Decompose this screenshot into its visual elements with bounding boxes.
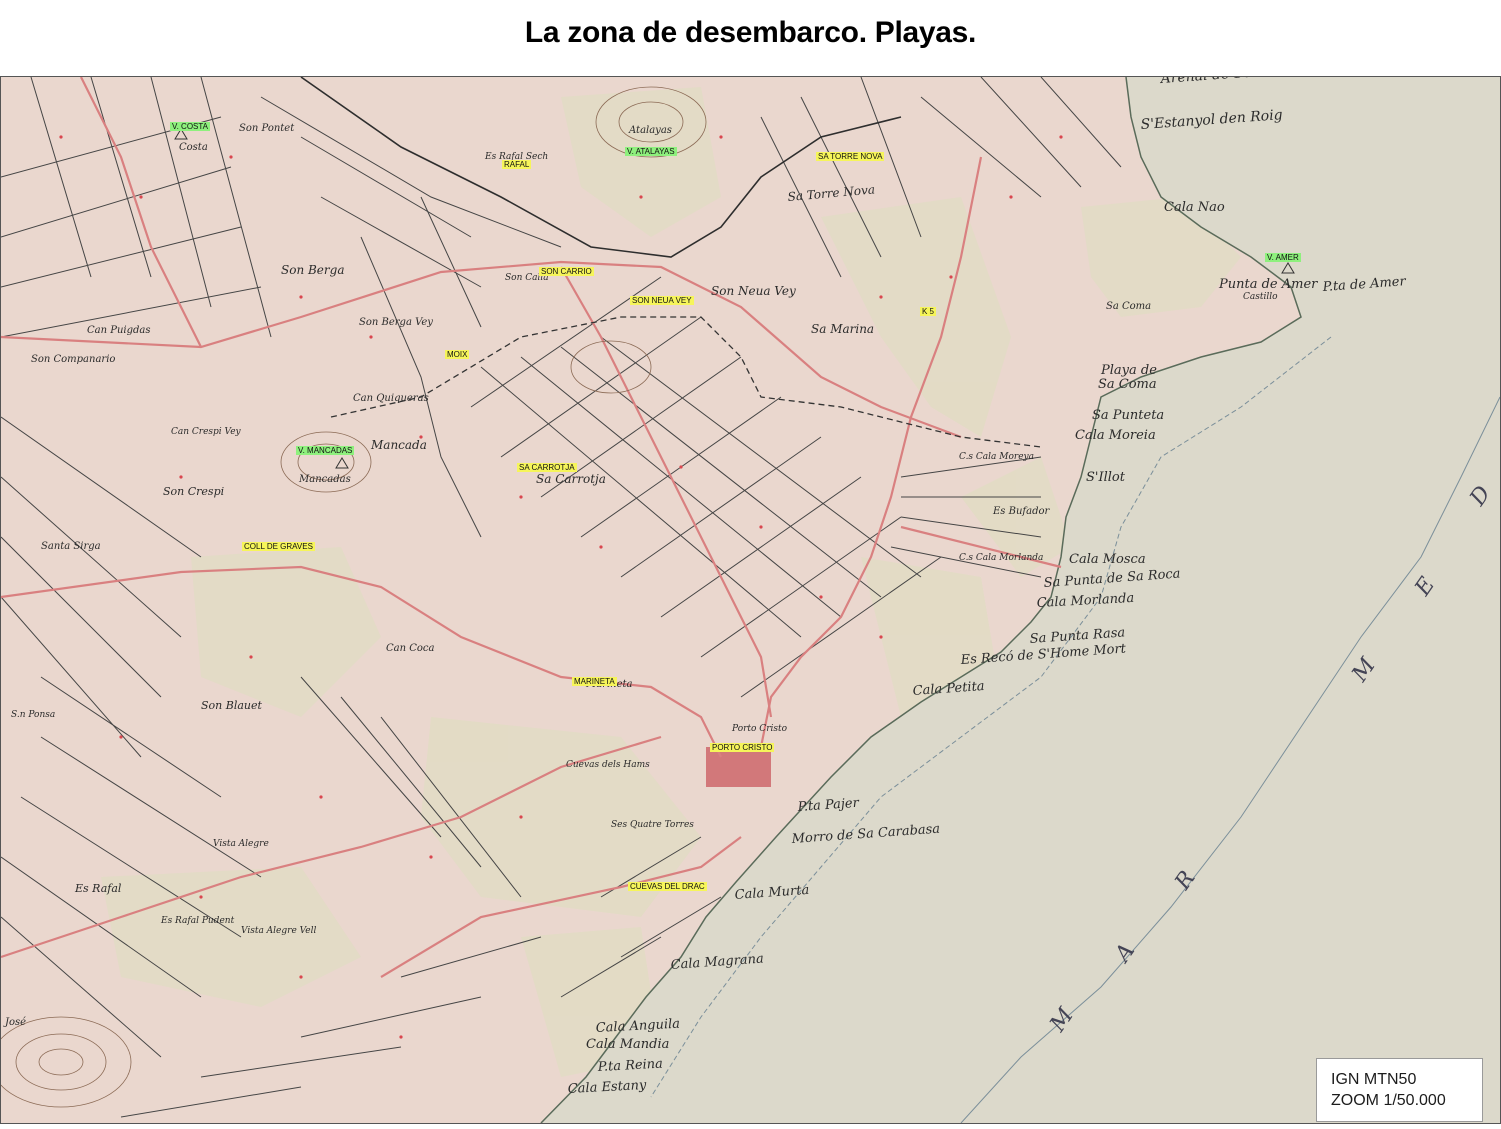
label-can-puigdas: Can Puigdas: [87, 325, 151, 336]
source-line-1: IGN MTN50: [1331, 1071, 1417, 1088]
label-son-berga: Son Berga: [281, 263, 344, 277]
map-source-box: IGN MTN50 ZOOM 1/50.000: [1316, 1058, 1483, 1122]
label-son-blauet: Son Blauet: [201, 699, 262, 712]
label-sa-punteta: Sa Punteta: [1092, 408, 1164, 423]
source-line-2: ZOOM 1/50.000: [1331, 1092, 1446, 1109]
label-sa-marina: Sa Marina: [811, 322, 874, 336]
label-son-ponsa: S.n Ponsa: [11, 710, 55, 720]
topographic-map[interactable]: Arenal de Son Servera S'Estanyol den Roi…: [1, 77, 1500, 1123]
label-vista-alegre: Vista Alegre: [213, 839, 269, 849]
hl-v-amer: V. AMER: [1265, 253, 1301, 262]
label-son-berga-vey: Son Berga Vey: [359, 317, 433, 328]
hl-sa-carrotja: SA CARROTJA: [517, 463, 577, 472]
label-can-coca: Can Coca: [386, 643, 435, 654]
label-es-rafal: Es Rafal: [74, 882, 122, 895]
hl-sa-torre-nova: SA TORRE NOVA: [816, 152, 885, 161]
hl-v-costa: V. COSTA: [170, 122, 211, 131]
label-ses-quatre-torres: Ses Quatre Torres: [611, 820, 694, 830]
hl-marineta: MARINETA: [572, 677, 617, 686]
label-cala-mosca: Cala Mosca: [1069, 552, 1146, 567]
hl-v-atalayas: V. ATALAYAS: [625, 147, 677, 156]
label-mancadas: Mancadas: [298, 474, 351, 485]
label-son-neua-vey: Son Neua Vey: [711, 284, 796, 298]
label-cala-nao: Cala Nao: [1164, 200, 1225, 215]
label-son-companario: Son Companario: [31, 354, 115, 365]
hl-k5: K 5: [920, 307, 937, 316]
map-frame[interactable]: Arenal de Son Servera S'Estanyol den Roi…: [0, 76, 1501, 1124]
label-sillot: S'Illot: [1086, 470, 1126, 485]
label-can-quiqueras: Can Quiqueras: [353, 393, 429, 404]
hl-v-mancadas: V. MANCADAS: [296, 446, 355, 455]
label-cs-cala-morlanda: C.s Cala Morlanda: [959, 553, 1043, 563]
label-punta-amer: Punta de Amer: [1218, 277, 1318, 292]
label-porto-cristo: Porto Cristo: [731, 724, 788, 734]
label-es-bufador: Es Bufador: [992, 506, 1050, 517]
hl-porto-cristo: PORTO CRISTO: [710, 743, 775, 752]
porto-cristo-town: [706, 747, 771, 787]
label-sa-coma-land: Sa Coma: [1106, 301, 1151, 312]
hl-coll-de-graves: COLL DE GRAVES: [242, 542, 315, 551]
label-castillo: Castillo: [1243, 292, 1278, 302]
label-cala-moreia: Cala Moreia: [1075, 428, 1156, 443]
label-cala-mandia: Cala Mandia: [586, 1037, 669, 1052]
label-playa-sa-coma: Sa Coma: [1098, 377, 1157, 392]
hl-son-neua-vey: SON NEUA VEY: [630, 296, 694, 305]
label-atalayas: Atalayas: [628, 125, 672, 136]
label-sa-carrotja: Sa Carrotja: [536, 472, 606, 486]
label-cs-cala-moreya: C.s Cala Moreya: [959, 452, 1034, 462]
label-santa-sirga: Santa Sirga: [41, 541, 101, 552]
label-son-pontet: Son Pontet: [239, 123, 295, 134]
label-mancada: Mancada: [370, 438, 427, 452]
label-es-rafal-pudent: Es Rafal Pudent: [160, 916, 235, 926]
label-playa-de: Playa de: [1100, 363, 1157, 378]
label-can-crespi-vey: Can Crespi Vey: [171, 427, 242, 437]
hl-cuevas-del-drac: CUEVAS DEL DRAC: [628, 882, 707, 891]
hl-son-carrio: SON CARRIO: [539, 267, 594, 276]
label-cuevas-hams: Cuevas dels Hams: [566, 760, 650, 770]
label-jose: José: [3, 1017, 26, 1028]
hl-moix: MOIX: [445, 350, 470, 359]
hl-rafal: RAFAL: [502, 160, 532, 169]
map-title: La zona de desembarco. Playas.: [524, 16, 977, 49]
label-vista-alegre-vell: Vista Alegre Vell: [241, 926, 317, 936]
label-costa: Costa: [179, 142, 208, 153]
label-son-crespi: Son Crespi: [163, 485, 224, 498]
